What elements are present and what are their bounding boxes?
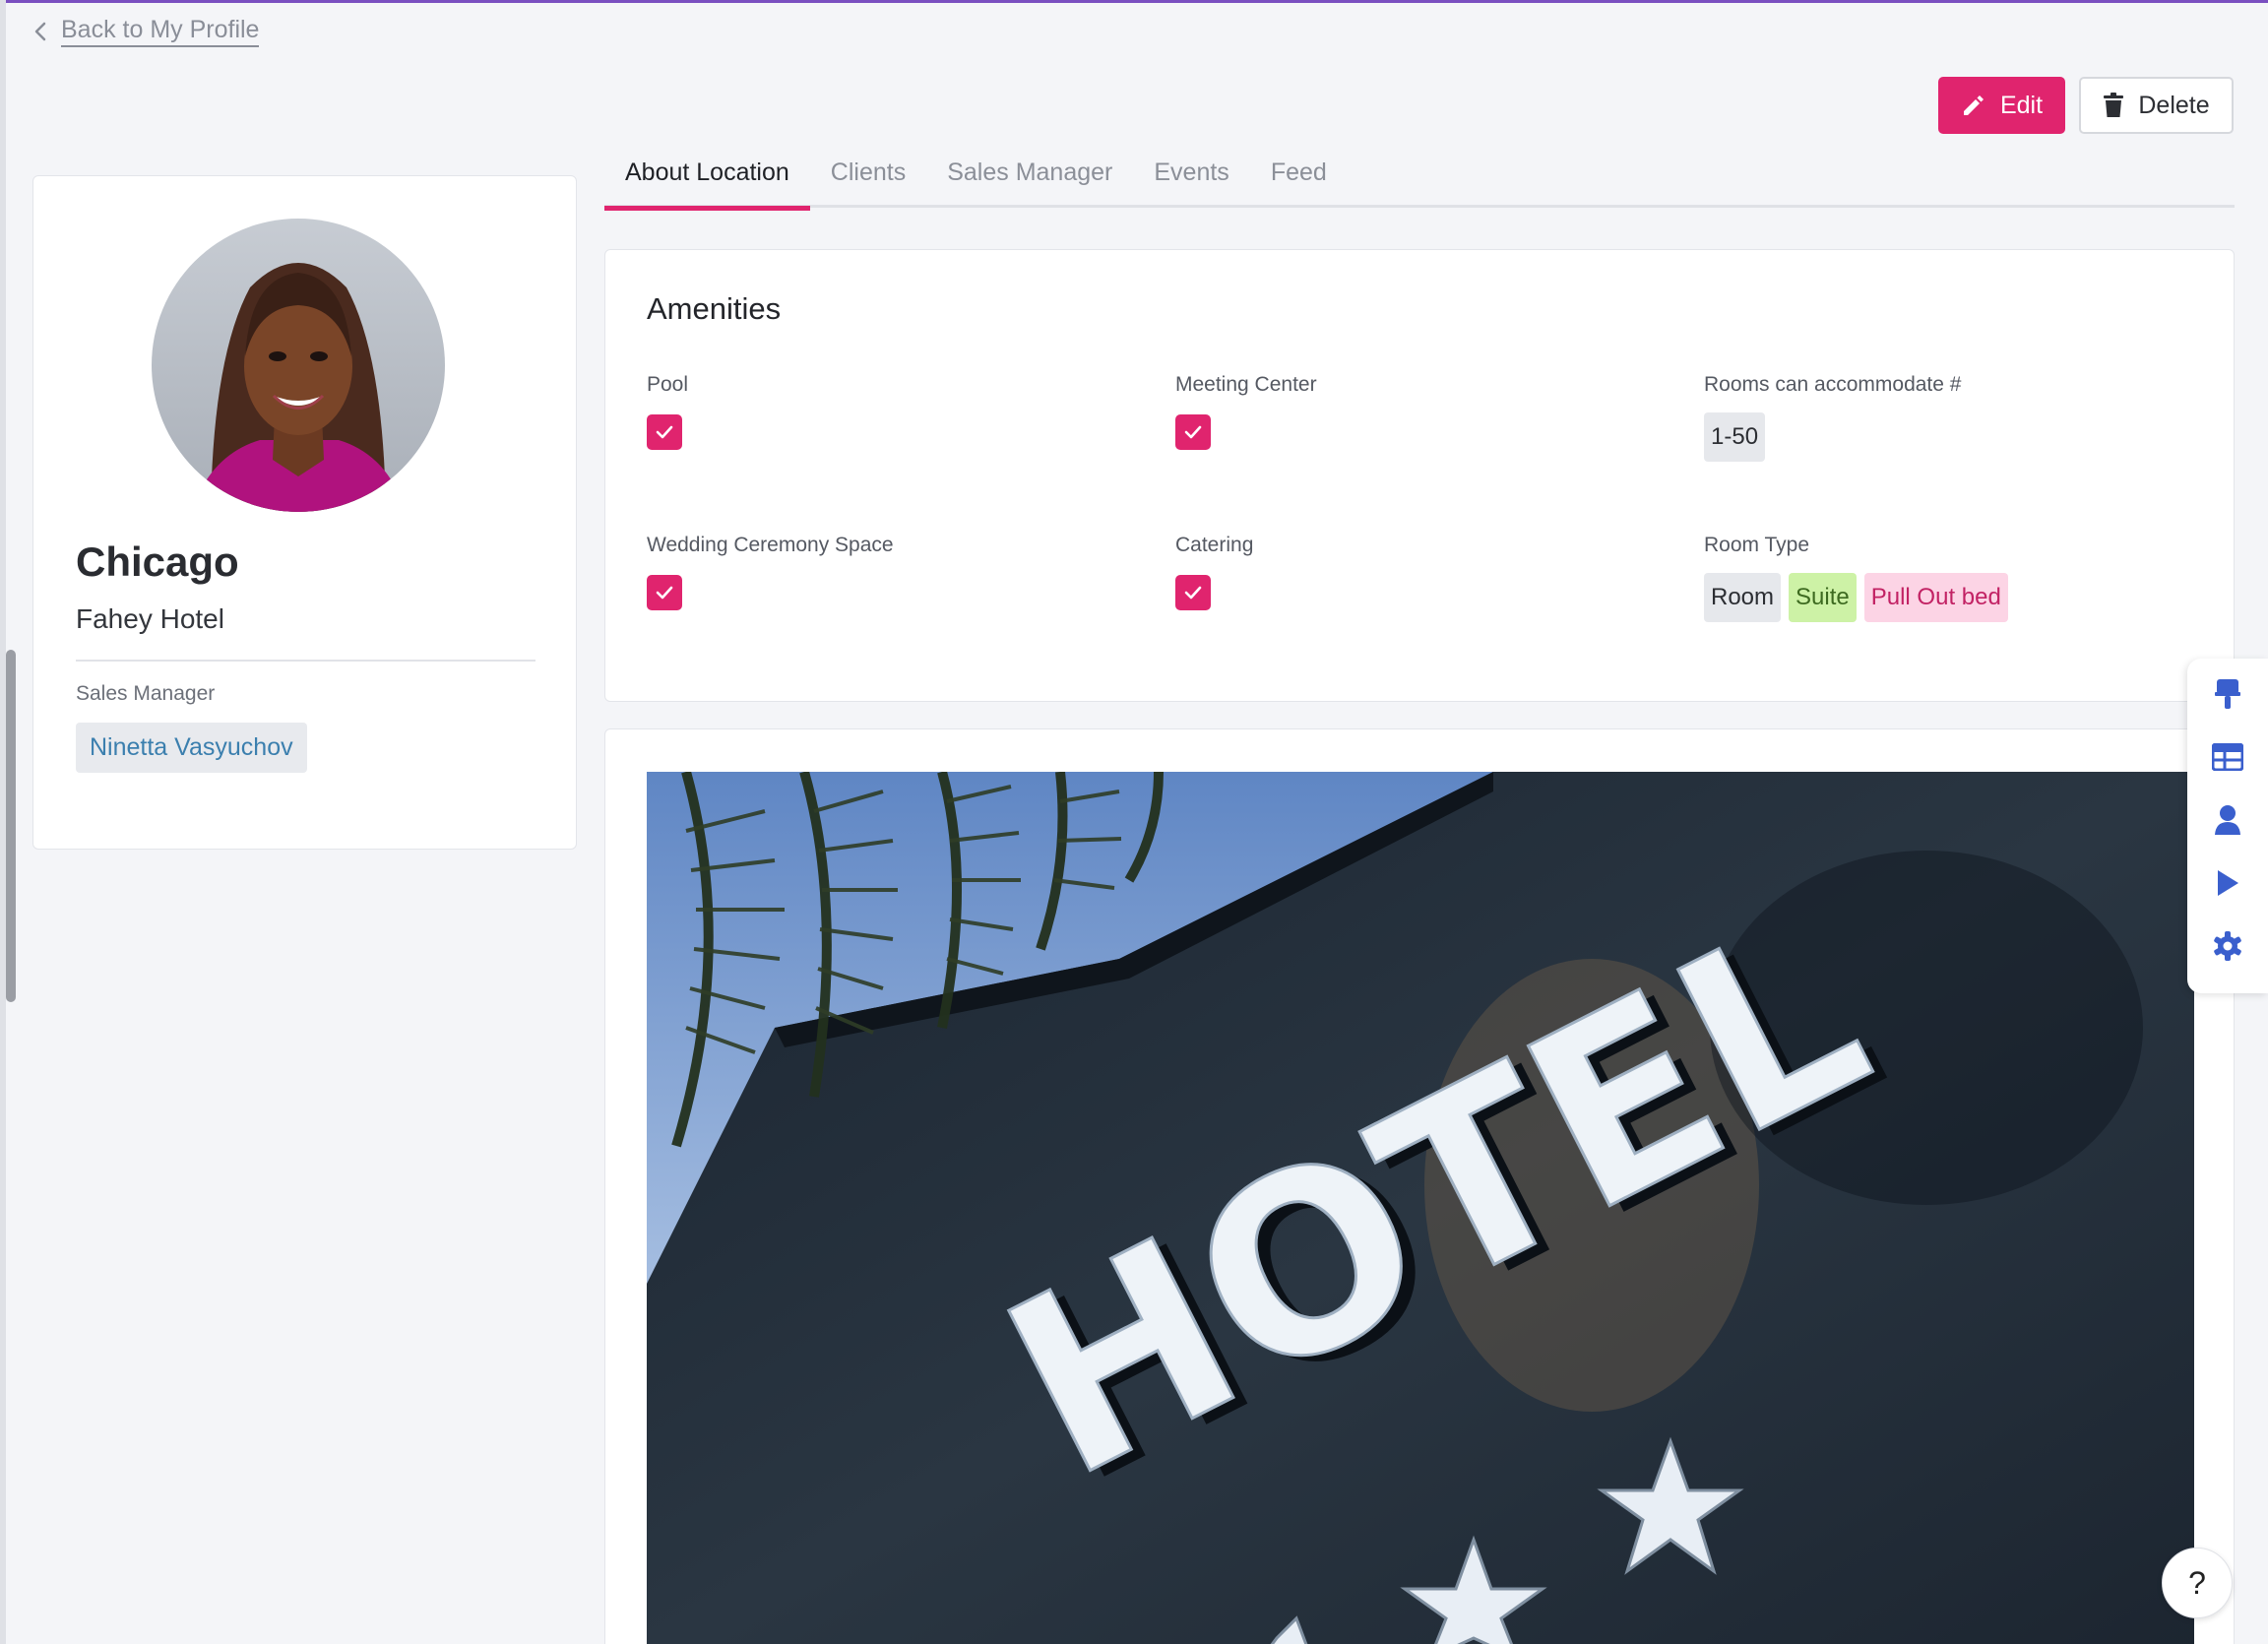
meeting-center-field: Meeting Center bbox=[1175, 373, 1317, 450]
rooms-accommodate-field: Rooms can accommodate # 1-50 bbox=[1704, 373, 1961, 462]
catering-field: Catering bbox=[1175, 534, 1253, 610]
checkmark-icon bbox=[656, 586, 673, 600]
person-tool[interactable] bbox=[2206, 798, 2249, 842]
meeting-center-label: Meeting Center bbox=[1175, 373, 1317, 396]
pool-checkbox[interactable] bbox=[647, 414, 682, 450]
location-image-card: HOTEL HOTEL bbox=[604, 728, 2235, 1644]
tab-events[interactable]: Events bbox=[1133, 138, 1249, 208]
back-link-label: Back to My Profile bbox=[61, 16, 260, 47]
delete-button-label: Delete bbox=[2138, 91, 2210, 119]
room-type-tag-suite: Suite bbox=[1789, 573, 1857, 622]
hotel-photo: HOTEL HOTEL bbox=[647, 772, 2194, 1644]
gear-icon bbox=[2214, 931, 2241, 961]
room-type-label: Room Type bbox=[1704, 534, 1809, 556]
person-icon bbox=[2215, 805, 2240, 835]
sales-manager-label: Sales Manager bbox=[76, 682, 216, 705]
brush-tool[interactable] bbox=[2206, 672, 2249, 716]
help-button[interactable]: ? bbox=[2162, 1548, 2233, 1618]
trash-icon bbox=[2104, 93, 2124, 117]
pool-label: Pool bbox=[647, 373, 689, 396]
play-icon bbox=[2218, 870, 2238, 896]
edit-button[interactable]: Edit bbox=[1938, 77, 2065, 134]
chevron-left-icon bbox=[34, 22, 46, 41]
top-accent-bar bbox=[0, 0, 2268, 3]
location-city: Chicago bbox=[76, 538, 239, 585]
hotel-name: Fahey Hotel bbox=[76, 603, 224, 634]
checkmark-icon bbox=[1184, 425, 1202, 439]
delete-button[interactable]: Delete bbox=[2079, 77, 2234, 134]
meeting-center-checkbox[interactable] bbox=[1175, 414, 1211, 450]
amenities-card: Amenities Pool Meeting Center Rooms can … bbox=[604, 249, 2235, 702]
right-toolbar bbox=[2187, 659, 2268, 993]
pencil-icon bbox=[1963, 95, 1984, 115]
tab-sales-manager[interactable]: Sales Manager bbox=[926, 138, 1133, 208]
settings-tool[interactable] bbox=[2206, 924, 2249, 968]
wedding-space-field: Wedding Ceremony Space bbox=[647, 534, 894, 610]
room-type-field: Room Type Room Suite Pull Out bed bbox=[1704, 534, 2008, 622]
rooms-accommodate-label: Rooms can accommodate # bbox=[1704, 373, 1962, 396]
sales-manager-chip[interactable]: Ninetta Vasyuchov bbox=[76, 723, 307, 773]
room-type-tag-room: Room bbox=[1704, 573, 1782, 622]
play-tool[interactable] bbox=[2206, 861, 2249, 905]
checkmark-icon bbox=[656, 425, 673, 439]
back-link[interactable]: Back to My Profile bbox=[33, 16, 260, 47]
help-label: ? bbox=[2188, 1564, 2206, 1601]
sales-manager-avatar bbox=[152, 219, 445, 512]
tab-about-location[interactable]: About Location bbox=[604, 138, 810, 211]
wedding-space-checkbox[interactable] bbox=[647, 575, 682, 610]
table-tool[interactable] bbox=[2206, 735, 2249, 779]
catering-checkbox[interactable] bbox=[1175, 575, 1211, 610]
checkmark-icon bbox=[1184, 586, 1202, 600]
wedding-space-label: Wedding Ceremony Space bbox=[647, 534, 894, 556]
amenities-title: Amenities bbox=[647, 291, 782, 326]
tab-feed[interactable]: Feed bbox=[1250, 138, 1348, 208]
rooms-accommodate-tag: 1-50 bbox=[1704, 412, 1766, 462]
location-tabs: About Location Clients Sales Manager Eve… bbox=[604, 138, 2235, 211]
room-type-tag-pull-out-bed: Pull Out bed bbox=[1863, 573, 2008, 622]
catering-label: Catering bbox=[1175, 534, 1254, 556]
edit-button-label: Edit bbox=[1999, 91, 2044, 119]
scrollbar-thumb[interactable] bbox=[6, 650, 16, 1002]
divider bbox=[76, 660, 536, 662]
pool-field: Pool bbox=[647, 373, 688, 450]
tab-clients[interactable]: Clients bbox=[810, 138, 926, 208]
brush-icon bbox=[2215, 679, 2240, 709]
location-profile-card: Chicago Fahey Hotel Sales Manager Ninett… bbox=[32, 175, 577, 850]
sales-manager-name: Ninetta Vasyuchov bbox=[90, 733, 293, 761]
table-icon bbox=[2212, 743, 2243, 771]
